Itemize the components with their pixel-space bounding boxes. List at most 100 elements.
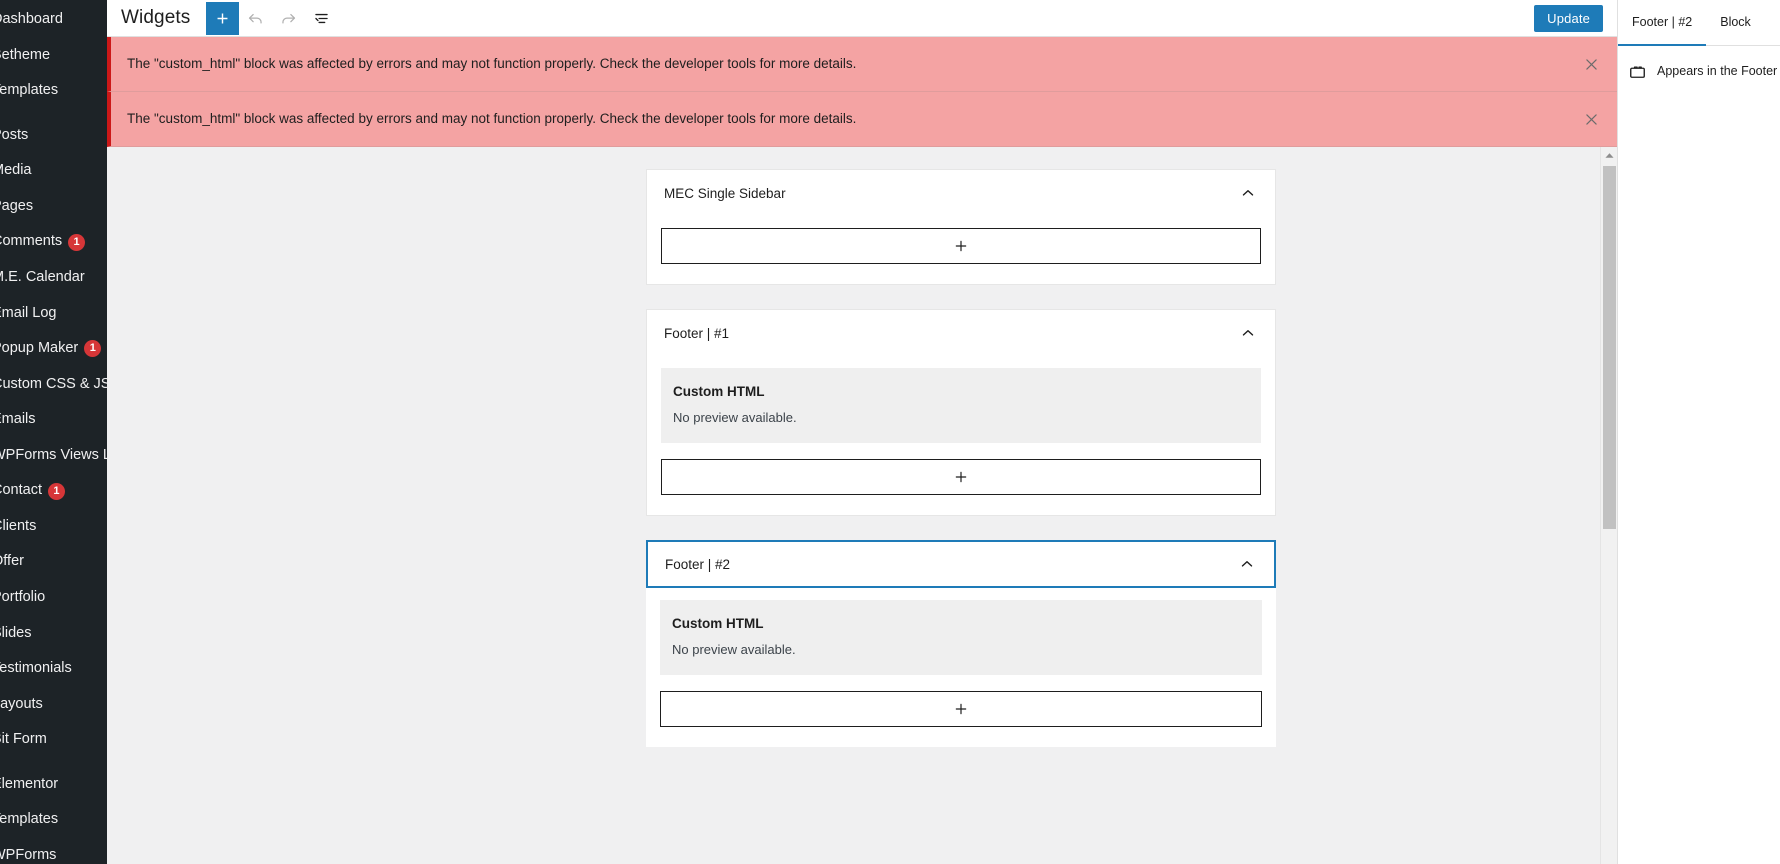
sidebar-item-label: Betheme <box>0 46 51 63</box>
sidebar-item-emails[interactable]: Emails <box>0 402 107 438</box>
widget-area-title: MEC Single Sidebar <box>664 185 786 201</box>
sidebar-item-label: M.E. Calendar <box>0 268 85 285</box>
widget-area-header[interactable]: Footer | #1 <box>647 310 1275 356</box>
redo-button[interactable] <box>272 2 305 35</box>
widget-area: Footer | #2 Custom HTML No preview availab… <box>646 540 1276 747</box>
sidebar-item-slides[interactable]: Slides <box>0 616 107 652</box>
sidebar-item-label: WPForms <box>0 846 57 863</box>
sidebar-item-wpforms-views-lite[interactable]: WPForms Views Lite <box>0 438 107 474</box>
sidebar-item-m-e-calendar[interactable]: M.E. Calendar <box>0 260 107 296</box>
sidebar-item-portfolio[interactable]: Portfolio <box>0 580 107 616</box>
inspector-description: Appears in the Footer site. <box>1657 64 1780 78</box>
sidebar-item-comments[interactable]: Comments 1 <box>0 224 107 260</box>
sidebar-item-label: Layouts <box>0 695 43 712</box>
plus-icon <box>955 471 967 483</box>
error-notice: The "custom_html" block was affected by … <box>107 37 1617 92</box>
sidebar-item-popup-maker[interactable]: Popup Maker 1 <box>0 331 107 367</box>
close-icon <box>1585 113 1597 125</box>
sidebar-item-badge: 1 <box>84 340 102 358</box>
widget-area-header[interactable]: MEC Single Sidebar <box>647 170 1275 216</box>
sidebar-item-label: Posts <box>0 126 29 143</box>
sidebar-item-label: Elementor <box>0 775 59 792</box>
sidebar-item-pages[interactable]: Pages <box>0 189 107 225</box>
sidebar-item-email-log[interactable]: Email Log <box>0 296 107 332</box>
block-appender-button[interactable] <box>661 228 1261 264</box>
scrollbar-thumb[interactable] <box>1603 166 1616 529</box>
block-appender-button[interactable] <box>660 691 1262 727</box>
notice-list: The "custom_html" block was affected by … <box>107 37 1617 147</box>
chevron-up-icon[interactable] <box>1239 324 1257 342</box>
sidebar-item-clients[interactable]: Clients <box>0 509 107 545</box>
list-view-button[interactable] <box>305 2 338 35</box>
editor-canvas-wrapper: MEC Single Sidebar Footer | #1 Custom HTML… <box>107 147 1617 864</box>
sidebar-item-wpforms[interactable]: WPForms <box>0 838 107 864</box>
sidebar-item-label: Media <box>0 162 32 179</box>
sidebar-item-label: Templates <box>0 811 59 828</box>
widget-area-icon <box>1628 63 1647 86</box>
notice-dismiss-button[interactable] <box>1579 52 1603 76</box>
widget-area-title: Footer | #1 <box>664 325 730 341</box>
undo-button[interactable] <box>239 2 272 35</box>
close-icon <box>1585 58 1597 70</box>
sidebar-item-bit-form[interactable]: Bit Form <box>0 722 107 758</box>
widget-area: Footer | #1 Custom HTML No preview availab… <box>646 309 1276 516</box>
admin-sidebar: Dashboard Betheme Templates Posts Media Pages… <box>0 0 107 864</box>
inspector-tab-widget-area[interactable]: Footer | #2 <box>1618 0 1707 46</box>
inspector-content: Appears in the Footer site. <box>1618 46 1780 96</box>
notice-message: The "custom_html" block was affected by … <box>127 55 857 71</box>
inspector-tabs: Footer | #2 Block <box>1618 0 1780 46</box>
sidebar-item-testimonials[interactable]: Testimonials <box>0 651 107 687</box>
sidebar-item-templates[interactable]: Templates <box>0 802 107 838</box>
add-block-button[interactable] <box>206 1 240 35</box>
sidebar-item-posts[interactable]: Posts <box>0 118 107 154</box>
undo-icon <box>249 13 263 23</box>
sidebar-item-label: Offer <box>0 553 24 570</box>
block-preview-text: No preview available. <box>673 410 797 425</box>
chevron-up-icon[interactable] <box>1239 184 1257 202</box>
widget-area: MEC Single Sidebar <box>646 169 1276 285</box>
sidebar-item-label: Custom CSS & JS <box>0 375 107 392</box>
sidebar-item-media[interactable]: Media <box>0 153 107 189</box>
error-notice: The "custom_html" block was affected by … <box>107 92 1617 147</box>
sidebar-item-contact[interactable]: Contact 1 <box>0 473 107 509</box>
sidebar-item-label: Bit Form <box>0 731 47 748</box>
sidebar-item-badge: 1 <box>68 233 86 251</box>
sidebar-item-label: Popup Maker <box>0 340 79 357</box>
sidebar-item-dashboard[interactable]: Dashboard <box>0 2 107 38</box>
notice-dismiss-button[interactable] <box>1579 107 1603 131</box>
chevron-up-icon[interactable] <box>1238 555 1256 573</box>
plus-icon <box>955 240 967 252</box>
widget-area-header[interactable]: Footer | #2 <box>646 540 1276 588</box>
sidebar-item-elementor[interactable]: Elementor <box>0 767 107 803</box>
sidebar-item-label: Portfolio <box>0 589 46 605</box>
inspector-panel: Footer | #2Block Appears in the Footer s… <box>1617 0 1780 864</box>
sidebar-item-templates[interactable]: Templates <box>0 73 107 109</box>
widget-area-body: Custom HTML No preview available. <box>647 356 1275 515</box>
block-appender-button[interactable] <box>661 459 1261 495</box>
sidebar-item-label: Templates <box>0 82 59 99</box>
sidebar-item-label: Dashboard <box>0 11 63 27</box>
inspector-tab-block[interactable]: Block <box>1706 0 1765 46</box>
sidebar-item-betheme[interactable]: Betheme <box>0 38 107 74</box>
sidebar-item-label: WPForms Views Lite <box>0 446 107 463</box>
block-item[interactable]: Custom HTML No preview available. <box>661 368 1261 443</box>
update-button[interactable]: Update <box>1534 5 1603 32</box>
block-item[interactable]: Custom HTML No preview available. <box>660 600 1262 675</box>
sidebar-item-label: Pages <box>0 197 34 214</box>
editor-canvas: MEC Single Sidebar Footer | #1 Custom HTML… <box>107 147 1617 864</box>
sidebar-item-offer[interactable]: Offer <box>0 544 107 580</box>
block-title: Custom HTML <box>673 384 765 399</box>
widgets-admin-screen: Dashboard Betheme Templates Posts Media Pages… <box>0 0 1780 864</box>
list-view-icon <box>315 13 329 23</box>
widget-area-body: Custom HTML No preview available. <box>646 588 1276 747</box>
sidebar-item-badge: 1 <box>47 482 65 500</box>
sidebar-item-label: Emails <box>0 411 36 428</box>
sidebar-item-label: Contact <box>0 482 42 499</box>
plus-icon <box>955 703 967 715</box>
sidebar-item-layouts[interactable]: Layouts <box>0 687 107 723</box>
canvas-scrollbar[interactable] <box>1600 147 1617 864</box>
sidebar-item-custom-css-js[interactable]: Custom CSS & JS <box>0 367 107 403</box>
triangle-up-icon <box>1605 153 1614 158</box>
scroll-up-arrow[interactable] <box>1601 147 1617 164</box>
sidebar-item-label: Testimonials <box>0 660 72 677</box>
